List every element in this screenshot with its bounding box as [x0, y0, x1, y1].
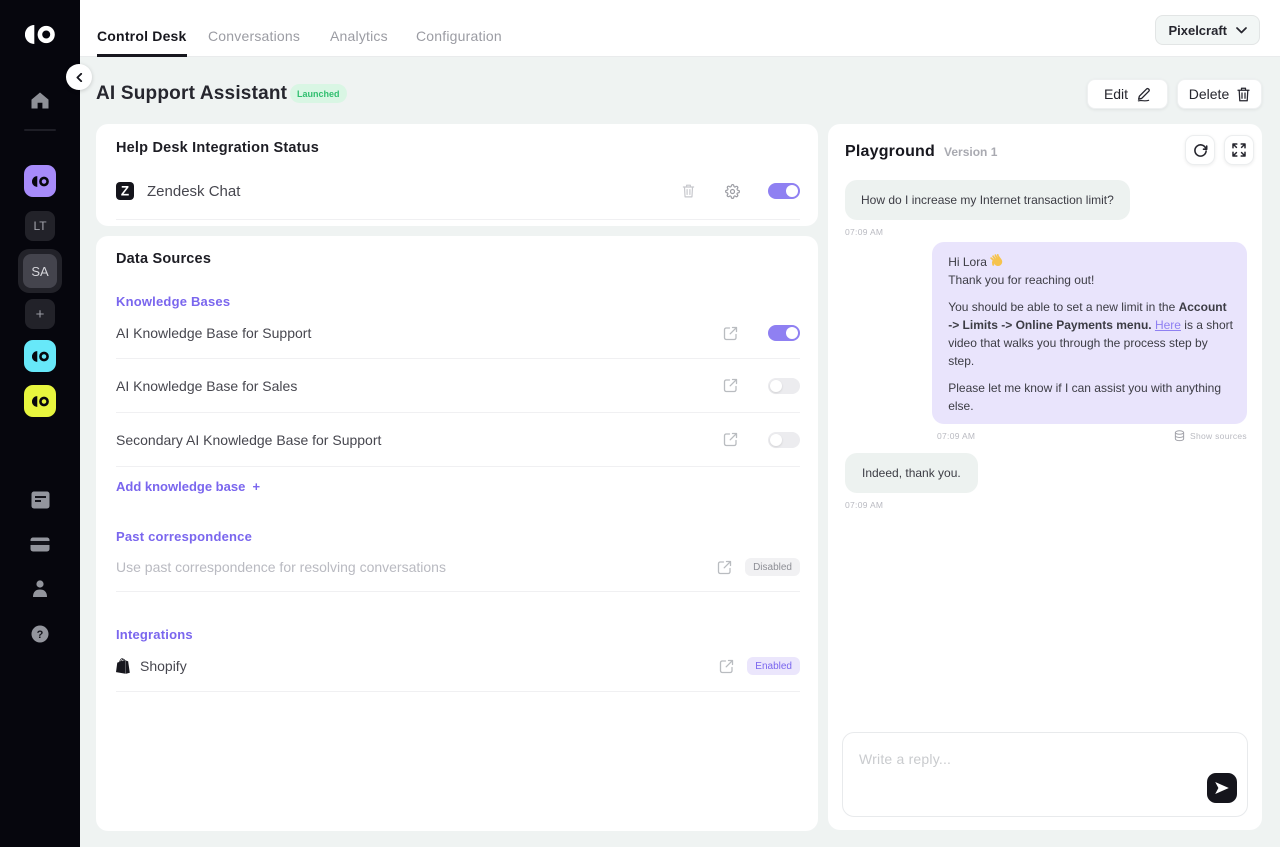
svg-text:Z: Z [121, 183, 129, 198]
svg-text:?: ? [37, 629, 44, 641]
